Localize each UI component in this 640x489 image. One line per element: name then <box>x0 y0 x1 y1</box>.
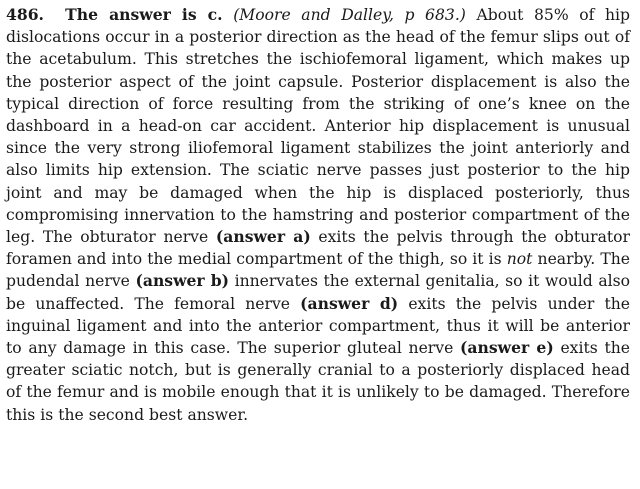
emphasis-not: not <box>506 250 533 269</box>
question-number: 486. <box>6 5 44 24</box>
answer-reference-d: (answer d) <box>300 293 399 313</box>
answer-reference-a: (answer a) <box>215 227 311 247</box>
citation: (Moore and Dalley, p 683.) <box>233 6 466 24</box>
answer-heading: The answer is c. <box>65 5 223 24</box>
answer-reference-b: (answer b) <box>135 271 229 291</box>
explanation-text-1: About 85% of hip dislocations occur in a… <box>6 6 630 247</box>
answer-paragraph: 486. The answer is c. (Moore and Dalley,… <box>6 4 630 426</box>
answer-reference-e: (answer e) <box>460 338 554 358</box>
